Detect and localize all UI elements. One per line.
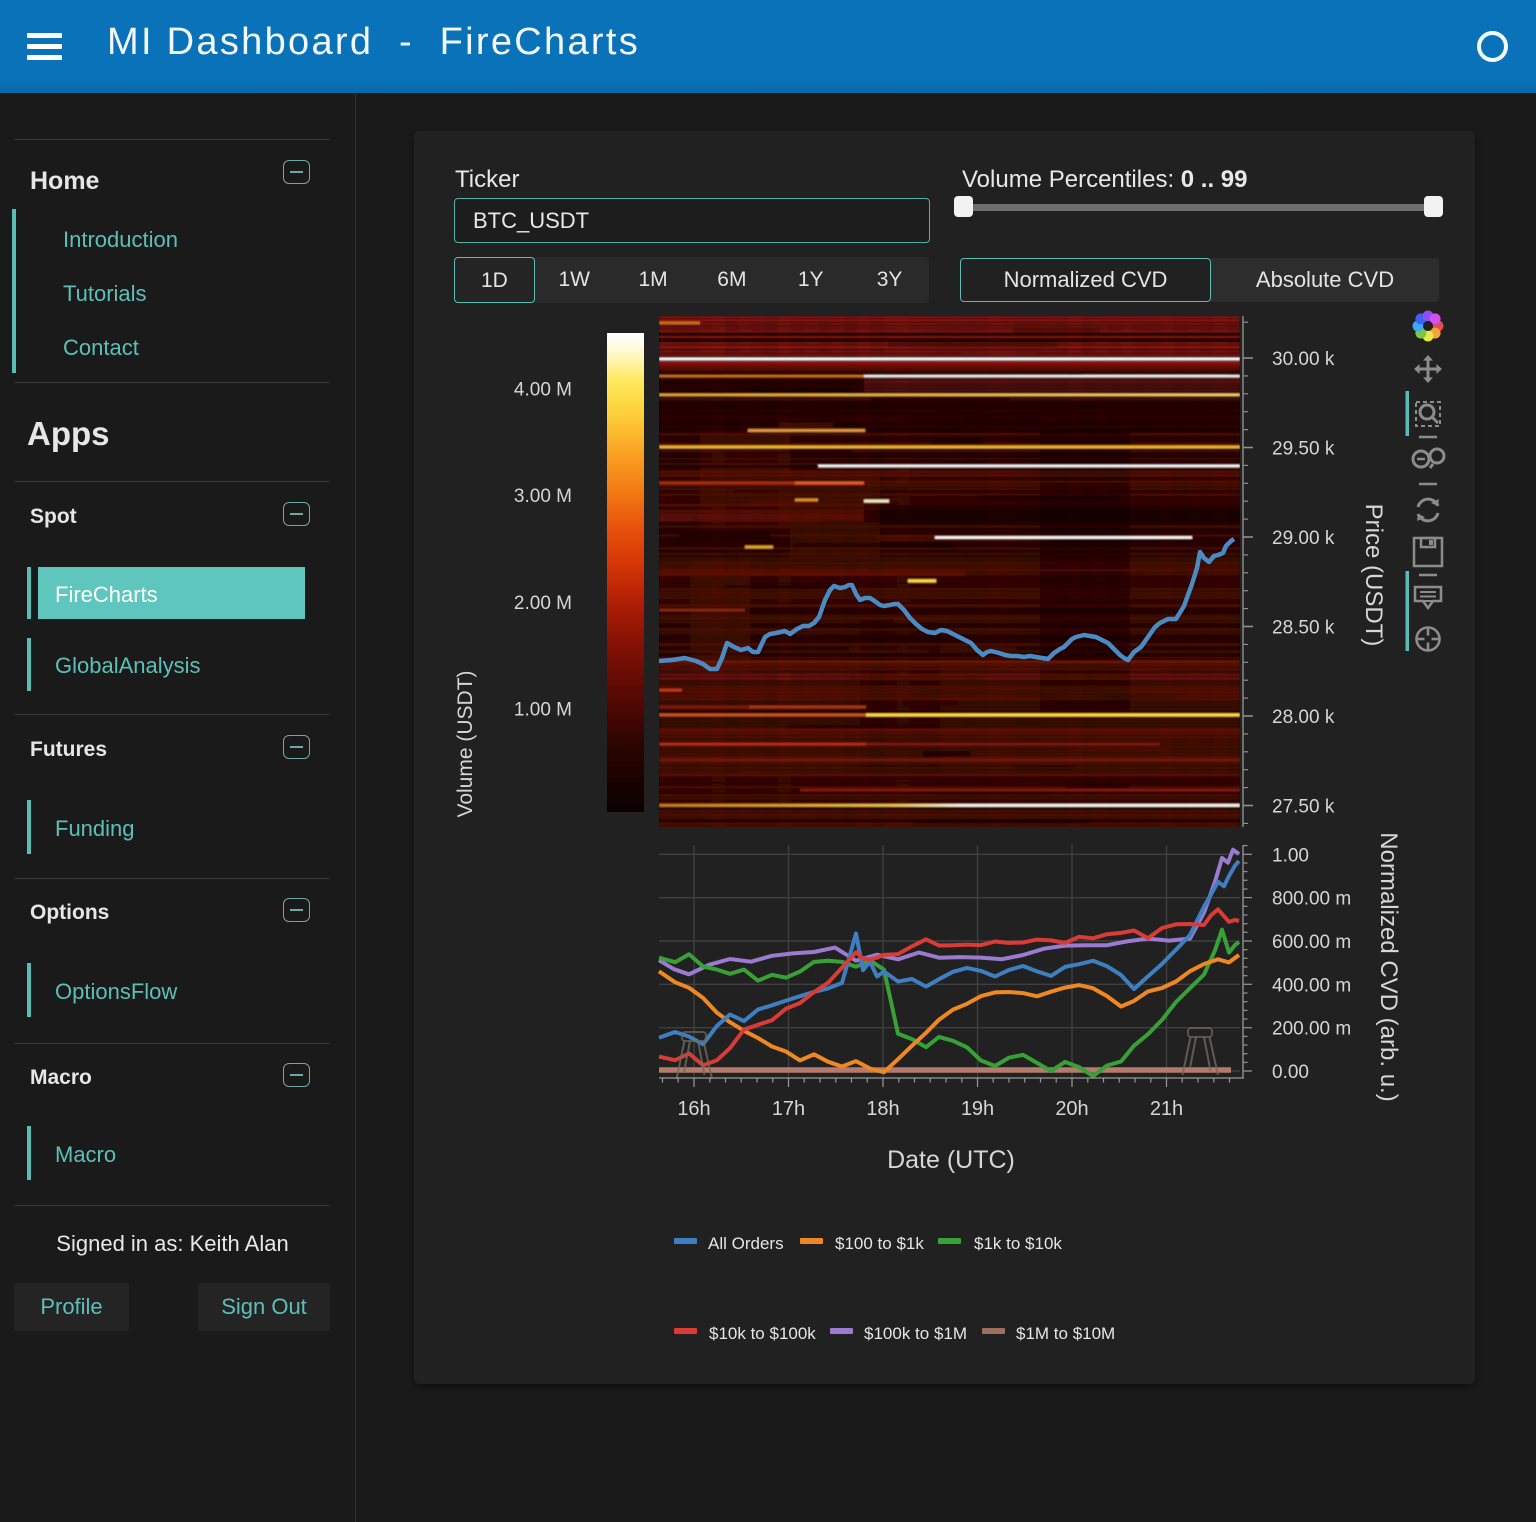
svg-text:Volume (USDT): Volume (USDT) (454, 670, 477, 817)
svg-text:400.00 m: 400.00 m (1272, 975, 1351, 996)
svg-text:All Orders: All Orders (708, 1234, 784, 1253)
svg-text:16h: 16h (677, 1098, 710, 1120)
svg-text:4.00 M: 4.00 M (514, 380, 572, 401)
svg-text:1.00: 1.00 (1272, 845, 1309, 866)
svg-text:$100 to $1k: $100 to $1k (835, 1234, 924, 1253)
svg-text:29.50 k: 29.50 k (1272, 439, 1335, 460)
svg-text:28.50 k: 28.50 k (1272, 618, 1335, 639)
svg-text:2.00 M: 2.00 M (514, 593, 572, 614)
svg-text:20h: 20h (1055, 1098, 1088, 1120)
svg-text:$100k to $1M: $100k to $1M (864, 1324, 967, 1343)
svg-text:$1M to $10M: $1M to $10M (1016, 1324, 1115, 1343)
svg-text:$1k to $10k: $1k to $10k (974, 1234, 1062, 1253)
svg-text:28.00 k: 28.00 k (1272, 707, 1335, 728)
svg-text:Price (USDT): Price (USDT) (1360, 504, 1387, 647)
svg-text:$10k to $100k: $10k to $100k (709, 1324, 816, 1343)
svg-text:18h: 18h (866, 1098, 899, 1120)
svg-text:21h: 21h (1150, 1098, 1183, 1120)
svg-text:30.00 k: 30.00 k (1272, 349, 1335, 370)
svg-text:Date (UTC): Date (UTC) (887, 1146, 1015, 1174)
svg-text:17h: 17h (772, 1098, 805, 1120)
svg-text:600.00 m: 600.00 m (1272, 932, 1351, 953)
svg-text:29.00 k: 29.00 k (1272, 528, 1335, 549)
svg-text:3.00 M: 3.00 M (514, 486, 572, 507)
svg-text:27.50 k: 27.50 k (1272, 797, 1335, 818)
svg-text:1.00 M: 1.00 M (514, 700, 572, 721)
svg-text:19h: 19h (961, 1098, 994, 1120)
svg-text:200.00 m: 200.00 m (1272, 1019, 1351, 1040)
svg-text:0.00: 0.00 (1272, 1062, 1309, 1083)
svg-text:800.00 m: 800.00 m (1272, 889, 1351, 910)
svg-text:Normalized CVD (arb. u.): Normalized CVD (arb. u.) (1375, 832, 1402, 1101)
